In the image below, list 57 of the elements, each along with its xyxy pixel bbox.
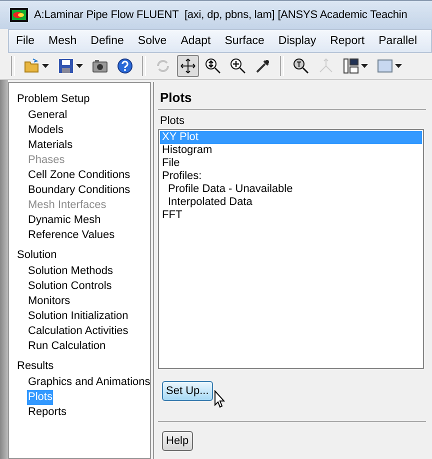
list-item[interactable]: Profiles:: [160, 170, 422, 183]
window-title: A:Laminar Pipe Flow FLUENT [axi, dp, pbns, lam] [ANSYS Academic Teachin: [34, 9, 408, 21]
navigation-item[interactable]: Solution Methods: [27, 264, 114, 279]
caret-icon: [361, 64, 368, 68]
navigation-item[interactable]: Monitors: [27, 294, 72, 309]
layout-icon: [343, 58, 359, 74]
magnifier-icon: [293, 58, 309, 74]
help-icon: [117, 58, 133, 74]
menu-item[interactable]: File: [9, 35, 42, 47]
colormap-icon: [377, 58, 393, 74]
list-item[interactable]: File: [160, 157, 422, 170]
panel-title: Plots: [158, 82, 426, 110]
navigation-item[interactable]: Solution Controls: [27, 279, 113, 294]
navigation-item[interactable]: Boundary Conditions: [27, 183, 132, 198]
navigation-item[interactable]: Graphics and Animations: [27, 375, 152, 390]
menu-item[interactable]: Solve: [130, 35, 174, 47]
section-title: Solution: [17, 248, 58, 263]
menu-item[interactable]: Report: [323, 35, 372, 47]
navigation-item[interactable]: Calculation Activities: [27, 324, 130, 339]
axes-icon: [318, 58, 334, 74]
list-item[interactable]: Histogram: [160, 144, 422, 157]
menu-item[interactable]: Surface: [218, 35, 272, 47]
navigation-item[interactable]: Reference Values: [27, 228, 116, 243]
list-item[interactable]: Interpolated Data: [160, 196, 422, 209]
zoom-fit-icon: [205, 58, 221, 74]
help-button[interactable]: Help: [162, 431, 193, 451]
navigation-item[interactable]: Run Calculation: [27, 339, 107, 354]
navigation-item[interactable]: Reports: [27, 405, 68, 420]
menu-item[interactable]: Display: [271, 35, 324, 47]
mouse-pointer-icon: [214, 390, 226, 408]
menu-item[interactable]: Adapt: [174, 35, 218, 47]
caret-icon: [42, 64, 49, 68]
navigation-item[interactable]: General: [27, 108, 68, 123]
navigation-item[interactable]: Models: [27, 123, 64, 138]
eyedropper-icon: [255, 58, 271, 74]
list-item[interactable]: FFT: [160, 209, 422, 222]
app-icon: [10, 8, 28, 22]
camera-icon: [92, 58, 108, 74]
menu-item[interactable]: Mesh: [42, 35, 84, 47]
move-icon: [180, 58, 196, 74]
set-up-button[interactable]: Set Up...: [162, 381, 213, 401]
navigation-item[interactable]: Cell Zone Conditions: [27, 168, 132, 183]
folder-icon: [24, 58, 40, 74]
list-item[interactable]: Profile Data - Unavailable: [160, 183, 422, 196]
caret-icon: [76, 64, 83, 68]
rotate-icon: [155, 58, 171, 74]
menu-item[interactable]: Parallel: [372, 35, 424, 47]
tool-button[interactable]: [177, 55, 199, 77]
navigation-item[interactable]: Solution Initialization: [27, 309, 130, 324]
navigation-item[interactable]: Dynamic Mesh: [27, 213, 102, 228]
menu-item[interactable]: Define: [84, 35, 131, 47]
section-title: Problem Setup: [17, 92, 91, 107]
zoom-in-icon: [230, 58, 246, 74]
list-label: Plots: [159, 114, 186, 129]
caret-icon: [395, 64, 402, 68]
section-title: Results: [17, 359, 55, 374]
navigation-item[interactable]: Materials: [27, 138, 74, 153]
